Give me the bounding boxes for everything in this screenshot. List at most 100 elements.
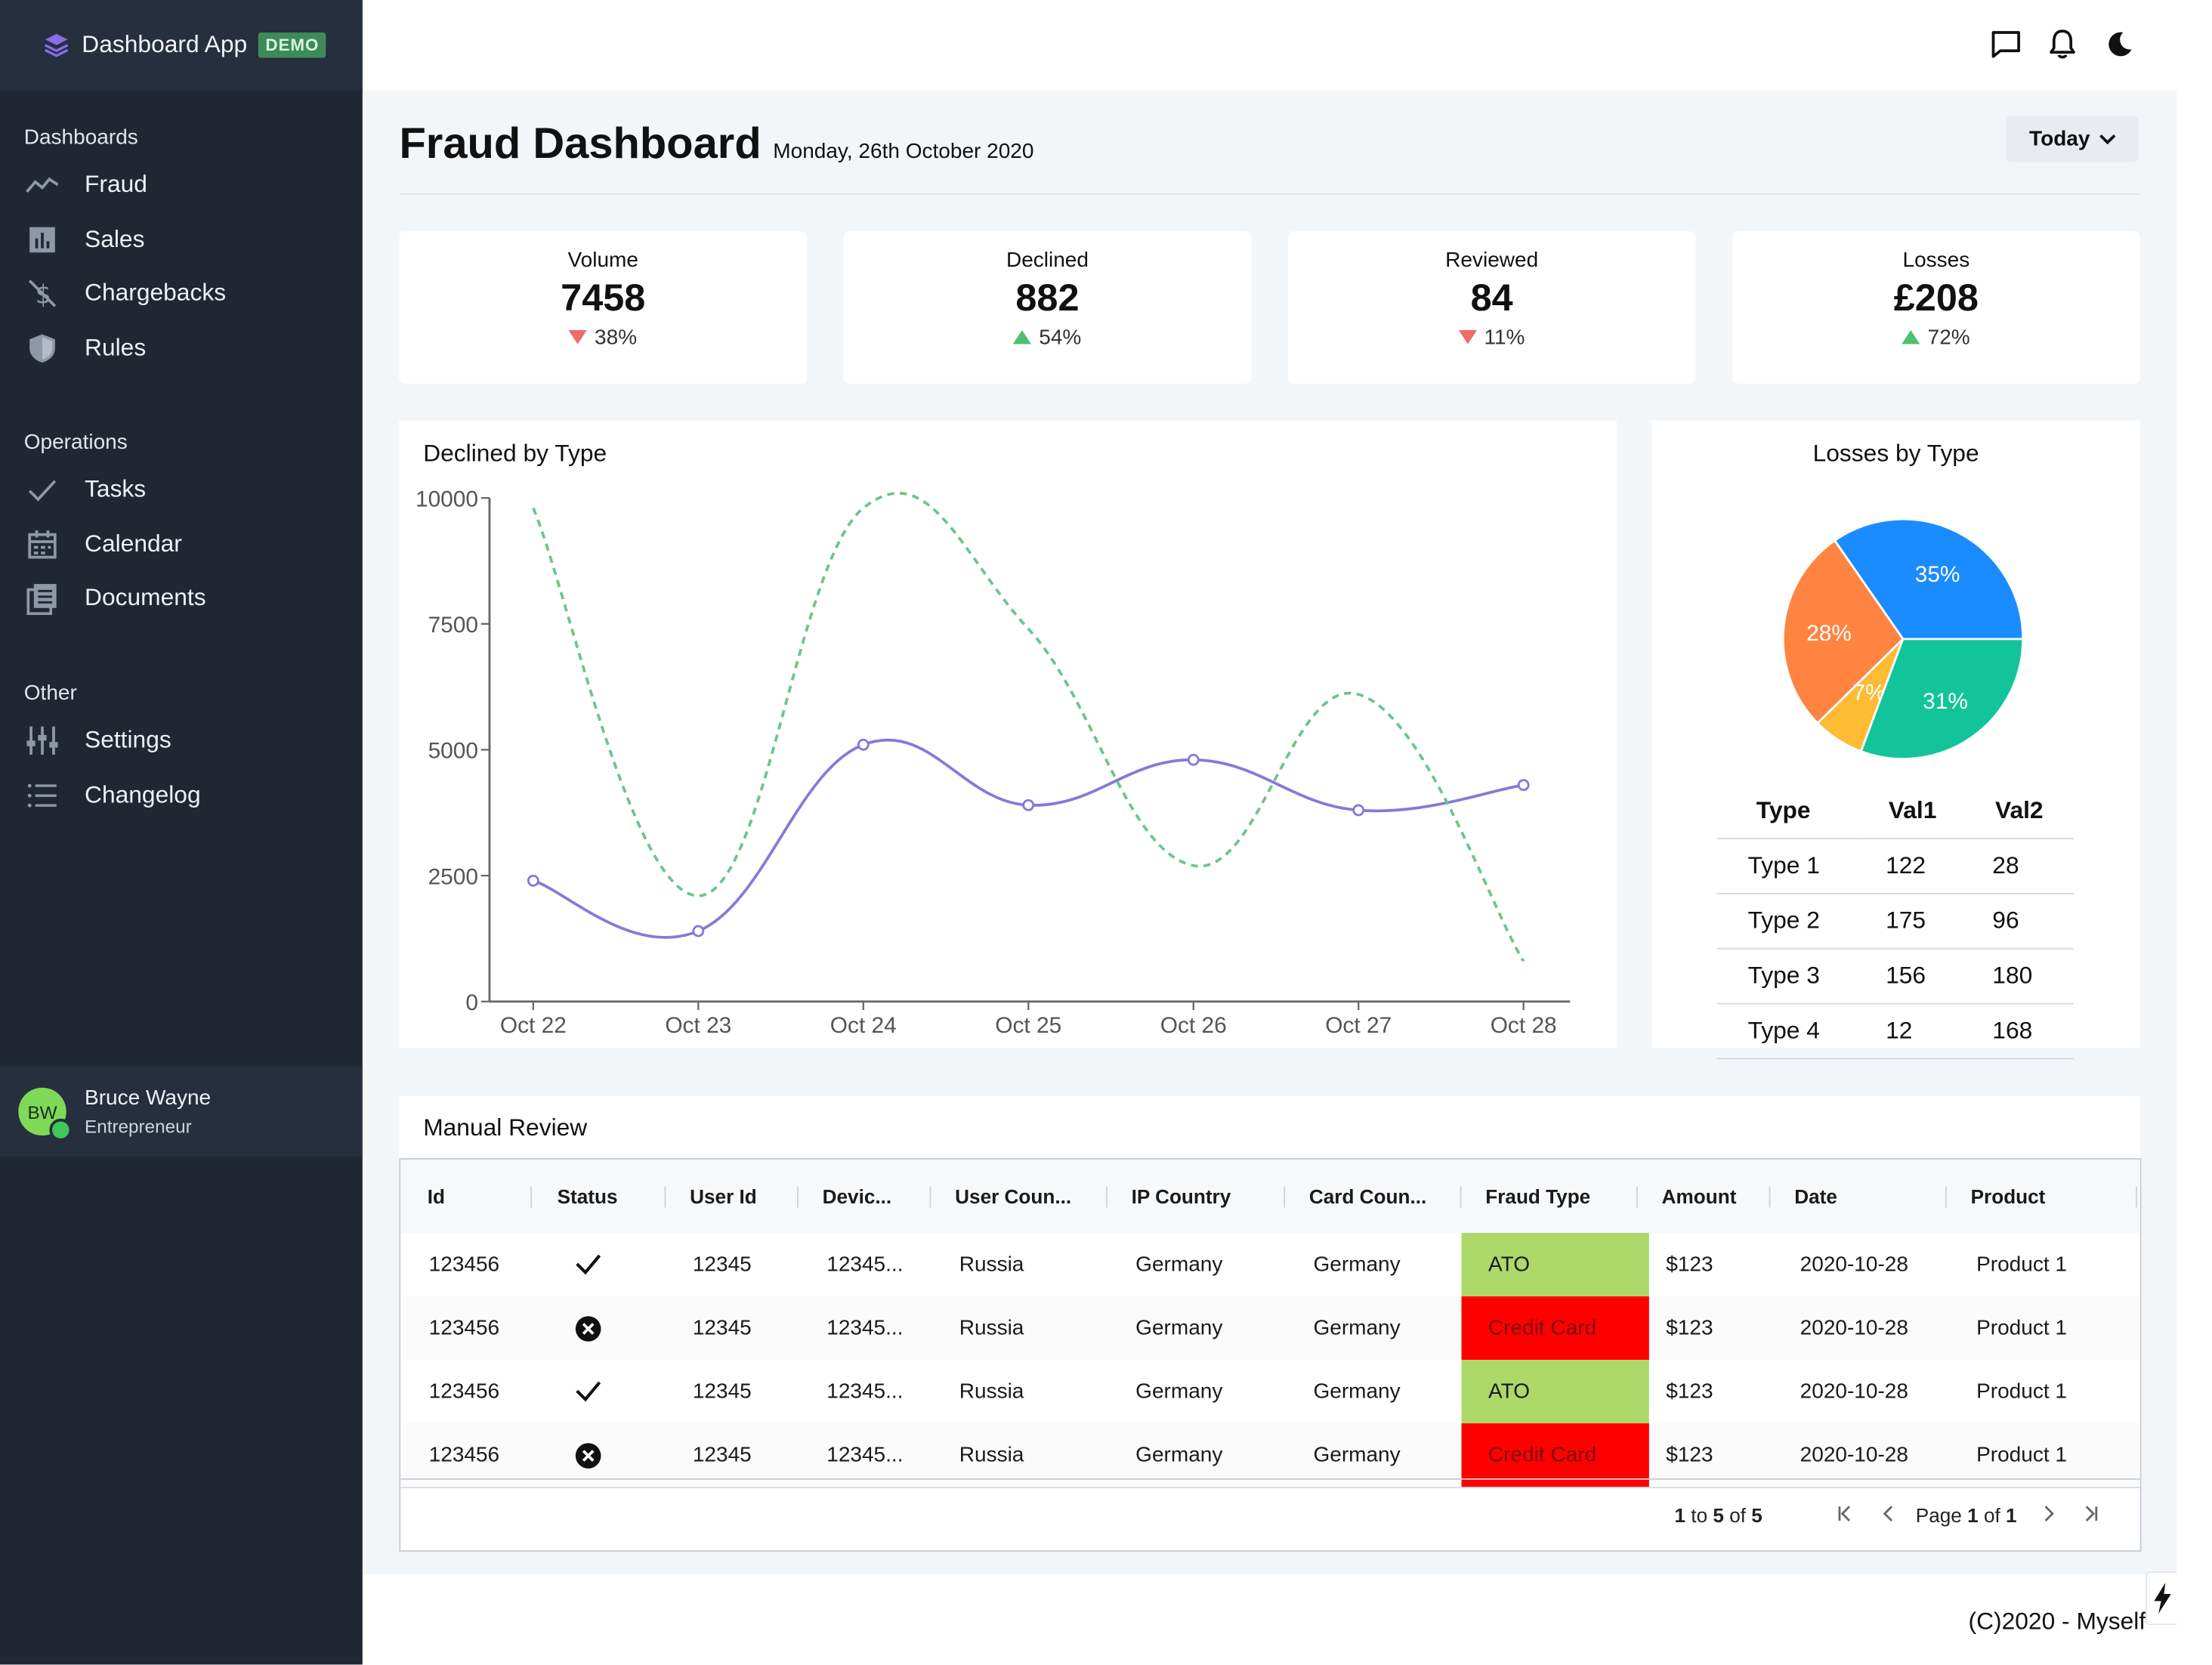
pie-slice-label: 35% — [1915, 562, 1960, 587]
sidebar-item-label: Sales — [85, 225, 145, 252]
column-resize-handle[interactable] — [530, 1186, 532, 1208]
column-header[interactable]: Devic... — [811, 1160, 892, 1233]
previous-page-icon[interactable] — [1880, 1504, 1897, 1528]
table-header: Type — [1756, 797, 1811, 824]
sidebar-item-fraud[interactable]: Fraud — [0, 158, 363, 212]
chevron-down-icon — [2099, 127, 2115, 151]
triangle-up-icon — [1013, 326, 1032, 350]
table-cell: Type 2 — [1716, 893, 1861, 949]
data-point[interactable] — [527, 874, 539, 887]
fraud-type-cell: ATO — [1461, 1360, 1649, 1424]
column-header[interactable]: User Coun... — [944, 1160, 1071, 1233]
column-resize-handle[interactable] — [1460, 1186, 1462, 1208]
bell-icon[interactable] — [2047, 28, 2078, 59]
kpi-label: Reviewed — [1445, 248, 1539, 273]
sidebar-item-changelog[interactable]: Changelog — [0, 768, 363, 823]
cell-amount: $123 — [1666, 1443, 1713, 1467]
cell-id: 123456 — [428, 1443, 500, 1467]
column-resize-handle[interactable] — [664, 1186, 666, 1208]
nav-group-other: Other Settings Changelog — [0, 675, 363, 823]
cell-id: 123456 — [428, 1379, 500, 1404]
column-header[interactable]: Status — [546, 1160, 618, 1233]
main-content: Fraud Dashboard Monday, 26th October 202… — [362, 90, 2177, 1574]
column-resize-handle[interactable] — [929, 1186, 931, 1208]
bar-chart-icon — [26, 223, 60, 257]
data-point[interactable] — [1187, 753, 1200, 766]
kpi-change: 11% — [1484, 326, 1525, 351]
cell-amount: $123 — [1666, 1316, 1713, 1340]
kpi-card-declined: Declined 882 54% — [843, 231, 1252, 384]
table-row[interactable]: 123456 12345 12345... Russia Germany Germany A… — [400, 1360, 2140, 1425]
cell-ip-country: Germany — [1135, 1253, 1223, 1277]
column-resize-handle[interactable] — [797, 1186, 799, 1208]
column-header[interactable]: IP Country — [1120, 1160, 1231, 1233]
last-page-icon[interactable] — [2082, 1504, 2099, 1528]
table-row[interactable]: 123456 12345 12345... Russia Germany Germany C… — [400, 1296, 2140, 1361]
pie-slice-label: 28% — [1806, 621, 1852, 646]
data-point[interactable] — [1022, 799, 1035, 811]
first-page-icon[interactable] — [1837, 1504, 1853, 1528]
column-header[interactable]: Amount — [1651, 1160, 1737, 1233]
sidebar-item-rules[interactable]: Rules — [0, 321, 363, 375]
date-range-dropdown[interactable]: Today — [2006, 116, 2139, 162]
sidebar-item-settings[interactable]: Settings — [0, 714, 363, 768]
column-resize-handle[interactable] — [1636, 1186, 1638, 1208]
sidebar-item-sales[interactable]: Sales — [0, 212, 363, 267]
data-point[interactable] — [692, 925, 705, 938]
cell-card-country: Germany — [1313, 1253, 1401, 1277]
column-header[interactable]: Product — [1960, 1160, 2046, 1233]
cell-amount: $123 — [1666, 1253, 1713, 1277]
brand[interactable]: Dashboard App DEMO — [0, 0, 363, 91]
kpi-card-losses: Losses £208 72% — [1732, 231, 2140, 384]
sidebar-item-documents[interactable]: Documents — [0, 571, 363, 626]
x-tick-label: Oct 23 — [665, 1013, 731, 1038]
manual-review-grid: Id Status User Id Devic... User Coun... IP Co… — [399, 1158, 2142, 1552]
table-cell: 96 — [1966, 893, 2074, 949]
column-resize-handle[interactable] — [1105, 1186, 1108, 1208]
moon-icon[interactable] — [2103, 28, 2134, 59]
column-header[interactable]: Id — [416, 1160, 445, 1233]
column-resize-handle[interactable] — [2136, 1186, 2137, 1208]
online-status-dot — [49, 1118, 73, 1141]
user-profile[interactable]: BW Bruce Wayne Entrepreneur — [0, 1066, 363, 1157]
column-header[interactable]: Date — [1783, 1160, 1837, 1233]
series-line-1 — [532, 492, 1525, 962]
triangle-up-icon — [1902, 326, 1921, 350]
data-point[interactable] — [1352, 804, 1365, 817]
sidebar-item-calendar[interactable]: Calendar — [0, 517, 363, 571]
table-cell: Type 3 — [1716, 947, 1861, 1004]
grid-header: Id Status User Id Devic... User Coun... IP Co… — [400, 1159, 2140, 1234]
table-row: Type 1 122 28 — [1716, 838, 2074, 894]
cell-device: 12345... — [826, 1253, 904, 1277]
user-name: Bruce Wayne — [85, 1086, 212, 1111]
column-resize-handle[interactable] — [1769, 1186, 1771, 1208]
sidebar-item-chargebacks[interactable]: $ Chargebacks — [0, 267, 363, 321]
next-page-icon[interactable] — [2040, 1504, 2056, 1528]
fraud-type-cell: Credit Card — [1461, 1296, 1649, 1361]
data-point[interactable] — [1517, 779, 1530, 792]
lightning-icon[interactable] — [2146, 1571, 2180, 1626]
table-cell: 156 — [1860, 947, 1967, 1004]
column-resize-handle[interactable] — [1284, 1186, 1286, 1208]
x-tick-label: Oct 26 — [1160, 1013, 1227, 1038]
declined-by-type-card: Declined by Type 0 2500 5000 7500 10000 Oct 2… — [399, 420, 1617, 1049]
column-header[interactable]: User Id — [678, 1160, 757, 1233]
sidebar-item-tasks[interactable]: Tasks — [0, 462, 363, 517]
shield-icon — [26, 331, 60, 365]
table-cell: 12 — [1860, 1002, 1967, 1060]
table-cell: 180 — [1966, 947, 2074, 1004]
column-header[interactable]: Card Coun... — [1298, 1160, 1426, 1233]
cell-product: Product 1 — [1976, 1379, 2068, 1404]
data-point[interactable] — [857, 738, 870, 751]
kpi-change: 72% — [1927, 326, 1970, 351]
table-cell: 122 — [1860, 838, 1967, 894]
column-resize-handle[interactable] — [1945, 1186, 1947, 1208]
page-indicator: Page 1 of 1 — [1916, 1504, 2017, 1527]
table-header: Val2 — [1995, 797, 2044, 824]
cell-product: Product 1 — [1976, 1316, 2068, 1340]
cell-id: 123456 — [428, 1253, 500, 1277]
column-header[interactable]: Fraud Type — [1474, 1160, 1590, 1233]
chat-icon[interactable] — [1991, 28, 2022, 59]
table-row[interactable]: 123456 12345 12345... Russia Germany Germany A… — [400, 1233, 2140, 1298]
x-tick-label: Oct 24 — [830, 1013, 897, 1038]
